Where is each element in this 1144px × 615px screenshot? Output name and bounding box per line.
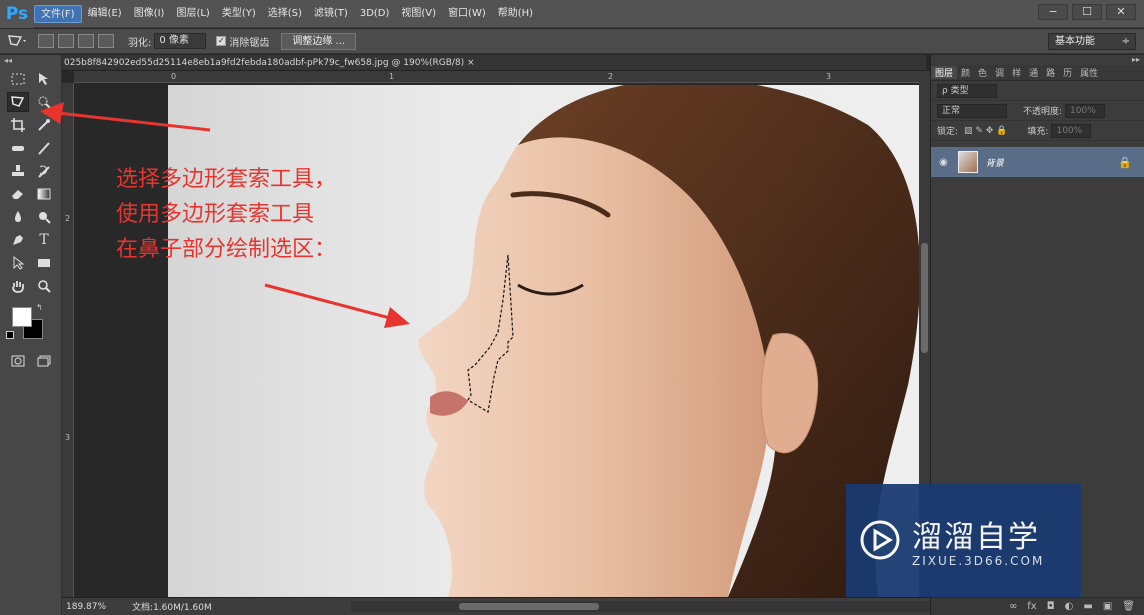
layer-name[interactable]: 背景 [986,156,1004,169]
tab-styles[interactable]: 样 [1008,66,1025,79]
mask-icon[interactable]: ◘ [1047,601,1055,612]
layer-row-background[interactable]: ◉ 背景 🔒 [931,147,1144,177]
tab-properties[interactable]: 属性 [1076,66,1102,79]
horizontal-scroll-thumb[interactable] [459,603,599,610]
tab-color[interactable]: 颜 [957,66,974,79]
visibility-eye-icon[interactable]: ◉ [939,157,948,168]
layers-panel-tabs: 图层 颜 色 调 样 通 路 历 属性 [931,65,1144,81]
opacity-input[interactable]: 100% [1065,103,1106,118]
adjustment-icon[interactable]: ◐ [1065,601,1074,612]
tab-history[interactable]: 历 [1059,66,1076,79]
fill-label: 填充: [1027,127,1049,137]
tab-channels[interactable]: 通 [1025,66,1042,79]
horizontal-scrollbar[interactable] [351,601,971,612]
layers-panel-footer: ∞ fx ◘ ◐ ▬ ▣ 🗑 [931,597,1144,615]
tab-adjustments[interactable]: 调 [991,66,1008,79]
panel-collapse-icon[interactable]: ▸▸ [931,55,1144,65]
new-layer-icon[interactable]: ▣ [1103,601,1112,612]
layer-filter-row: ρ 类型 [931,81,1144,101]
photoshop-window: Ps 文件(F) 编辑(E) 图像(I) 图层(L) 类型(Y) 选择(S) 滤… [0,0,1144,615]
layer-filter-select[interactable]: ρ 类型 [937,83,997,98]
blend-row: 正常 不透明度: 100% [931,101,1144,121]
status-bar: 189.87% 文档:1.60M/1.60M [62,597,971,615]
layer-lock-icon: 🔒 [1118,155,1132,169]
document-size: 文档:1.60M/1.60M [132,603,212,613]
annotation-text: 选择多边形套索工具， 使用多边形套索工具 在鼻子部分绘制选区： [116,162,416,272]
zoom-level[interactable]: 189.87% [62,602,106,612]
watermark: 溜溜自学 ZIXUE.3D66.COM [846,484,1081,597]
layer-thumbnail [957,151,978,173]
delete-layer-icon[interactable]: 🗑 [1122,601,1135,612]
group-icon[interactable]: ▬ [1083,601,1092,612]
annotation-line-1: 选择多边形套索工具， [116,167,337,192]
lock-label: 锁定: [937,127,959,137]
fill-input[interactable]: 100% [1051,123,1092,138]
tab-paths[interactable]: 路 [1042,66,1059,79]
play-logo-icon [860,520,900,560]
link-layers-icon[interactable]: ∞ [1009,601,1017,612]
fx-icon[interactable]: fx [1027,601,1036,612]
blend-mode-select[interactable]: 正常 [937,103,1007,118]
opacity-label: 不透明度: [1023,107,1063,117]
annotation-line-3: 在鼻子部分绘制选区： [116,237,337,262]
watermark-subtitle: ZIXUE.3D66.COM [912,554,1045,568]
annotation-line-2: 使用多边形套索工具 [116,202,315,227]
tab-swatches[interactable]: 色 [974,66,991,79]
tab-layers[interactable]: 图层 [931,66,958,79]
lock-icons[interactable]: ▨ ✎ ✥ 🔒 [964,126,1007,136]
watermark-title: 溜溜自学 [912,520,1040,555]
lock-row: 锁定: ▨ ✎ ✥ 🔒 填充: 100% [931,121,1144,141]
foreground-color-swatch[interactable] [12,307,32,327]
